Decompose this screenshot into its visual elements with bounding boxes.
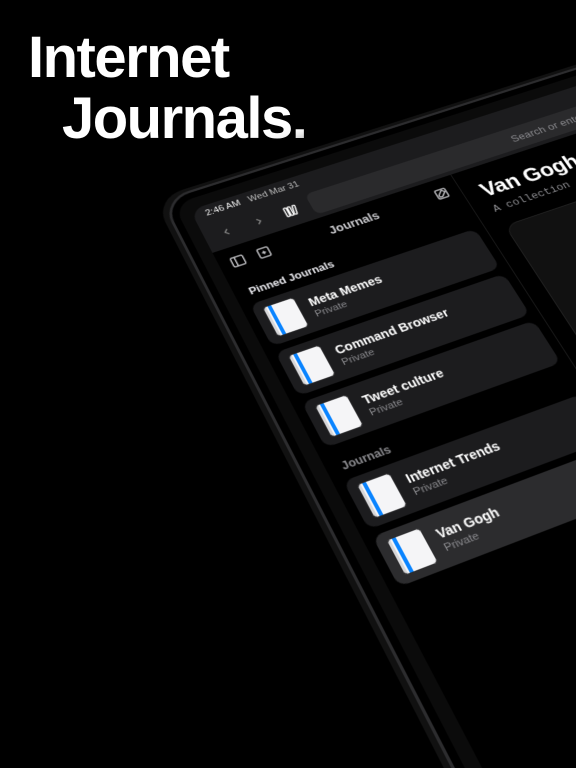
journal-icon: [356, 472, 408, 519]
back-button[interactable]: [208, 217, 245, 246]
journal-icon: [314, 394, 364, 438]
journal-icon: [262, 297, 310, 337]
add-journal-button[interactable]: [253, 244, 275, 262]
compose-button[interactable]: [431, 185, 453, 202]
hero-heading: Internet Journals.: [28, 28, 306, 150]
journal-icon: [386, 527, 439, 576]
hero-line1: Internet: [28, 25, 229, 90]
library-button[interactable]: [273, 197, 310, 226]
hero-line2: Journals.: [28, 89, 306, 150]
forward-button[interactable]: [241, 207, 278, 236]
sidebar-toggle-icon[interactable]: [227, 252, 249, 270]
journal-icon: [287, 344, 336, 386]
